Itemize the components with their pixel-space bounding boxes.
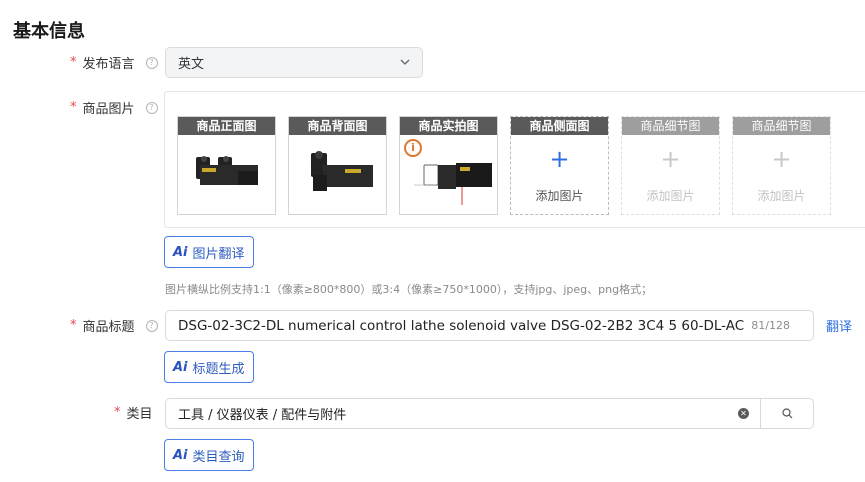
image-card-detail-add: 商品细节图 + 添加图片 (621, 116, 720, 215)
image-card-back[interactable]: 商品背面图 (288, 116, 387, 215)
image-format-hint: 图片横纵比例支持1:1（像素≥800*800）或3:4（像素≥750*1000）… (165, 283, 653, 296)
section-title: 基本信息 (13, 21, 85, 42)
chevron-down-icon (400, 57, 410, 68)
image-card-title: 商品实拍图 (400, 117, 497, 135)
category-label-row: * 类目 (114, 403, 153, 422)
product-image (196, 156, 258, 185)
title-char-counter: 81/128 (751, 319, 790, 332)
title-generate-label: 标题生成 (192, 361, 245, 377)
product-title-value: DSG-02-3C2-DL numerical control lathe so… (178, 317, 745, 334)
category-query-label: 类目查询 (192, 449, 245, 465)
search-icon (781, 408, 792, 419)
image-card-title: 商品细节图 (622, 117, 719, 135)
image-card-title: 商品侧面图 (511, 117, 608, 135)
image-card-actual[interactable]: 商品实拍图 i (399, 116, 498, 215)
ai-icon: Ai (173, 447, 188, 463)
category-value: 工具 / 仪器仪表 / 配件与附件 (178, 408, 347, 423)
image-card-front[interactable]: 商品正面图 (177, 116, 276, 215)
product-title-input[interactable]: DSG-02-3C2-DL numerical control lathe so… (165, 310, 814, 341)
category-search-button[interactable] (760, 398, 814, 429)
required-mark: * (114, 405, 121, 420)
clear-icon[interactable]: ✕ (738, 408, 749, 419)
category-query-button[interactable]: Ai 类目查询 (164, 439, 254, 471)
language-select-value: 英文 (178, 57, 205, 72)
add-image-label: 添加图片 (535, 189, 584, 203)
category-input[interactable]: 工具 / 仪器仪表 / 配件与附件 ✕ (165, 398, 761, 429)
info-icon: i (404, 139, 422, 157)
title-generate-button[interactable]: Ai 标题生成 (164, 351, 254, 383)
plus-icon: + (771, 145, 792, 173)
image-translate-button[interactable]: Ai 图片翻译 (164, 236, 254, 268)
question-circle-icon[interactable]: ? (145, 56, 158, 69)
image-card-detail-add: 商品细节图 + 添加图片 (732, 116, 831, 215)
image-card-title: 商品背面图 (289, 117, 386, 135)
language-label-row: * 发布语言 ? (70, 53, 158, 72)
title-label: 商品标题 (82, 320, 135, 335)
plus-icon: + (660, 145, 681, 173)
language-select[interactable]: 英文 (165, 47, 423, 78)
required-mark: * (70, 55, 77, 70)
question-circle-icon[interactable]: ? (145, 319, 158, 332)
product-image (311, 151, 373, 191)
image-card-side-add[interactable]: 商品侧面图 + 添加图片 (510, 116, 609, 215)
title-label-row: * 商品标题 ? (70, 316, 158, 335)
plus-icon: + (549, 145, 570, 173)
category-label: 类目 (126, 407, 153, 422)
add-image-label: 添加图片 (646, 189, 695, 203)
images-label-row: * 商品图片 ? (70, 98, 158, 117)
language-label: 发布语言 (82, 57, 135, 72)
ai-icon: Ai (173, 359, 188, 375)
title-translate-link[interactable]: 翻译 (826, 316, 852, 335)
required-mark: * (70, 318, 77, 333)
required-mark: * (70, 100, 77, 115)
question-circle-icon[interactable]: ? (145, 101, 158, 114)
ai-icon: Ai (173, 244, 188, 260)
image-card-title: 商品细节图 (733, 117, 830, 135)
image-translate-label: 图片翻译 (192, 246, 245, 262)
image-card-title: 商品正面图 (178, 117, 275, 135)
images-label: 商品图片 (82, 102, 135, 117)
add-image-label: 添加图片 (757, 189, 806, 203)
